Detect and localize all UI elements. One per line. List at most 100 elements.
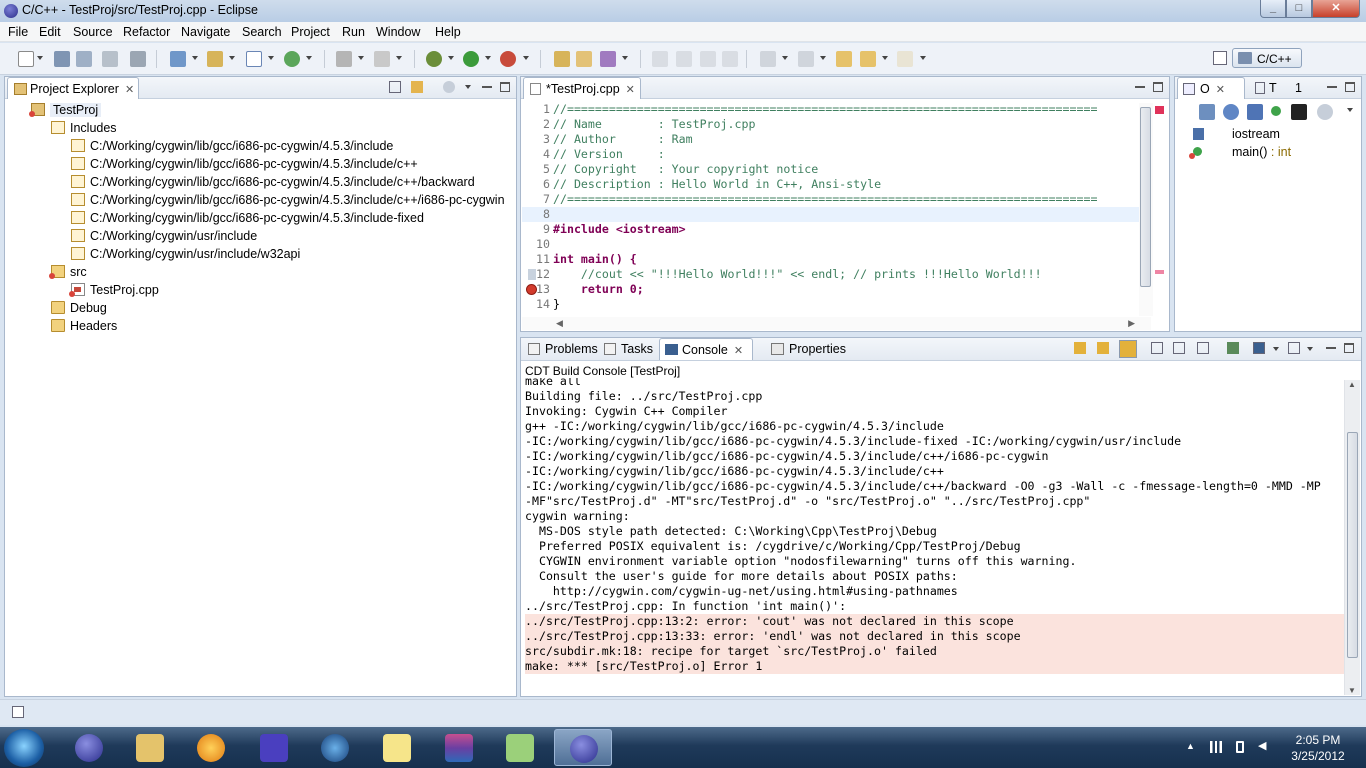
external-tools-icon[interactable] bbox=[500, 51, 516, 67]
edit-icon[interactable] bbox=[676, 51, 692, 67]
perspective-cpp-button[interactable]: C/C++ bbox=[1232, 48, 1302, 68]
toggle-mark-icon[interactable] bbox=[652, 51, 668, 67]
menu-search[interactable]: Search bbox=[242, 25, 282, 39]
menu-window[interactable]: Window bbox=[376, 25, 420, 39]
previous-error-icon[interactable] bbox=[1097, 342, 1109, 354]
build-config-icon[interactable] bbox=[130, 51, 146, 67]
save-all-icon[interactable] bbox=[76, 51, 92, 67]
copy-build-log-icon[interactable] bbox=[1197, 342, 1209, 354]
last-edit-icon[interactable] bbox=[836, 51, 852, 67]
display-console-dropdown-icon[interactable] bbox=[1273, 347, 1279, 351]
code-line[interactable]: 14} bbox=[522, 297, 1151, 312]
display-console-icon[interactable] bbox=[1253, 342, 1265, 354]
close-icon[interactable]: ✕ bbox=[1216, 84, 1225, 96]
scroll-right-icon[interactable]: ▶ bbox=[1128, 318, 1135, 329]
code-line[interactable]: 1//=====================================… bbox=[522, 102, 1151, 117]
tab-t[interactable]: T bbox=[1251, 77, 1281, 99]
run-icon[interactable] bbox=[463, 51, 479, 67]
code-line[interactable]: 6// Description : Hello World in C++, An… bbox=[522, 177, 1151, 192]
build-all-icon[interactable] bbox=[374, 51, 390, 67]
scroll-thumb[interactable] bbox=[1140, 107, 1151, 287]
tab-overflow[interactable]: 1 bbox=[1285, 77, 1309, 99]
minimize-view-icon[interactable] bbox=[1325, 342, 1337, 354]
build-icon[interactable] bbox=[336, 51, 352, 67]
taskbar-editor[interactable] bbox=[491, 729, 549, 766]
fast-view-icon[interactable] bbox=[12, 706, 24, 718]
new-class-icon[interactable] bbox=[284, 51, 300, 67]
tab-tasks[interactable]: Tasks bbox=[599, 338, 657, 360]
taskbar-winrar[interactable] bbox=[430, 729, 488, 766]
close-icon[interactable]: ✕ bbox=[734, 345, 743, 357]
taskbar-eclipse[interactable] bbox=[60, 729, 118, 766]
code-line[interactable]: 3// Author : Ram bbox=[522, 132, 1151, 147]
menu-project[interactable]: Project bbox=[291, 25, 330, 39]
warning-overview-marker[interactable] bbox=[1155, 270, 1164, 274]
code-line[interactable]: 11 int main() { bbox=[522, 252, 1151, 267]
maximize-view-icon[interactable] bbox=[1344, 343, 1354, 353]
code-line[interactable]: 5// Copyright : Your copyright notice bbox=[522, 162, 1151, 177]
minimize-view-icon[interactable] bbox=[1134, 81, 1146, 93]
view-menu-icon[interactable] bbox=[1347, 108, 1353, 112]
open-console-icon[interactable] bbox=[1288, 342, 1300, 354]
network-icon[interactable] bbox=[1210, 741, 1222, 753]
menu-refactor[interactable]: Refactor bbox=[123, 25, 170, 39]
menu-edit[interactable]: Edit bbox=[39, 25, 61, 39]
menu-run[interactable]: Run bbox=[342, 25, 365, 39]
minimize-button[interactable]: _ bbox=[1260, 0, 1286, 18]
maximize-view-icon[interactable] bbox=[500, 82, 510, 92]
maximize-view-icon[interactable] bbox=[1153, 82, 1163, 92]
code-editor[interactable]: 1//=====================================… bbox=[522, 100, 1151, 317]
search-icon[interactable] bbox=[600, 51, 616, 67]
menu-file[interactable]: File bbox=[8, 25, 28, 39]
taskbar-browser[interactable] bbox=[306, 729, 364, 766]
back-icon[interactable] bbox=[860, 51, 876, 67]
taskbar-eclipse-active[interactable] bbox=[554, 729, 612, 766]
error-overview-marker[interactable] bbox=[1155, 106, 1164, 114]
view-menu-icon[interactable] bbox=[465, 85, 471, 89]
filter-icon[interactable] bbox=[1317, 104, 1333, 120]
code-line[interactable]: 9 #include <iostream> bbox=[522, 222, 1151, 237]
code-line[interactable]: 8 bbox=[522, 207, 1151, 222]
next-annotation-icon[interactable] bbox=[760, 51, 776, 67]
scroll-thumb[interactable] bbox=[1347, 432, 1358, 658]
collapse-all-icon[interactable] bbox=[389, 81, 401, 93]
clear-console-icon[interactable] bbox=[1151, 342, 1163, 354]
forward-icon[interactable] bbox=[897, 51, 913, 67]
console-output[interactable]: make all Building file: ../src/TestProj.c… bbox=[522, 378, 1345, 678]
open-type-icon[interactable] bbox=[554, 51, 570, 67]
code-line[interactable]: 2// Name : TestProj.cpp bbox=[522, 117, 1151, 132]
code-line[interactable]: 12 //cout << "!!!Hello World!!!" << endl… bbox=[522, 267, 1151, 282]
link-editor-icon[interactable] bbox=[411, 81, 423, 93]
tab-project-explorer[interactable]: Project Explorer ✕ bbox=[7, 77, 139, 99]
close-icon[interactable]: ✕ bbox=[626, 84, 635, 96]
taskbar-app[interactable] bbox=[245, 729, 303, 766]
close-button[interactable]: ✕ bbox=[1312, 0, 1360, 18]
volume-icon[interactable]: ◀ bbox=[1258, 739, 1270, 752]
open-perspective-icon[interactable] bbox=[1213, 51, 1227, 65]
hide-static-icon[interactable] bbox=[1247, 104, 1263, 120]
tab-testproj-cpp[interactable]: *TestProj.cpp ✕ bbox=[523, 77, 641, 99]
new-icon[interactable] bbox=[18, 51, 34, 67]
save-icon[interactable] bbox=[54, 51, 70, 67]
maximize-button[interactable]: □ bbox=[1286, 0, 1312, 18]
close-icon[interactable]: ✕ bbox=[125, 84, 134, 96]
start-button[interactable] bbox=[4, 729, 44, 767]
menu-source[interactable]: Source bbox=[73, 25, 113, 39]
new-source-file-icon[interactable] bbox=[246, 51, 262, 67]
code-line[interactable]: 10 bbox=[522, 237, 1151, 252]
taskbar-explorer[interactable] bbox=[121, 729, 179, 766]
pin-console-icon[interactable] bbox=[1227, 342, 1239, 354]
clock[interactable]: 2:05 PM 3/25/2012 bbox=[1283, 732, 1353, 764]
battery-icon[interactable] bbox=[1236, 741, 1244, 753]
block-select-icon[interactable] bbox=[700, 51, 716, 67]
show-hidden-icons[interactable]: ▲ bbox=[1186, 741, 1198, 753]
open-console-dropdown-icon[interactable] bbox=[1307, 347, 1313, 351]
menu-navigate[interactable]: Navigate bbox=[181, 25, 230, 39]
scroll-console-icon[interactable] bbox=[1173, 342, 1185, 354]
tab-properties[interactable]: Properties bbox=[765, 338, 849, 360]
new-cpp-project-icon[interactable] bbox=[170, 51, 186, 67]
code-line[interactable]: 7//=====================================… bbox=[522, 192, 1151, 207]
hide-non-public-icon[interactable] bbox=[1271, 106, 1281, 116]
maximize-view-icon[interactable] bbox=[1345, 82, 1355, 92]
filter-icon[interactable] bbox=[443, 81, 455, 93]
